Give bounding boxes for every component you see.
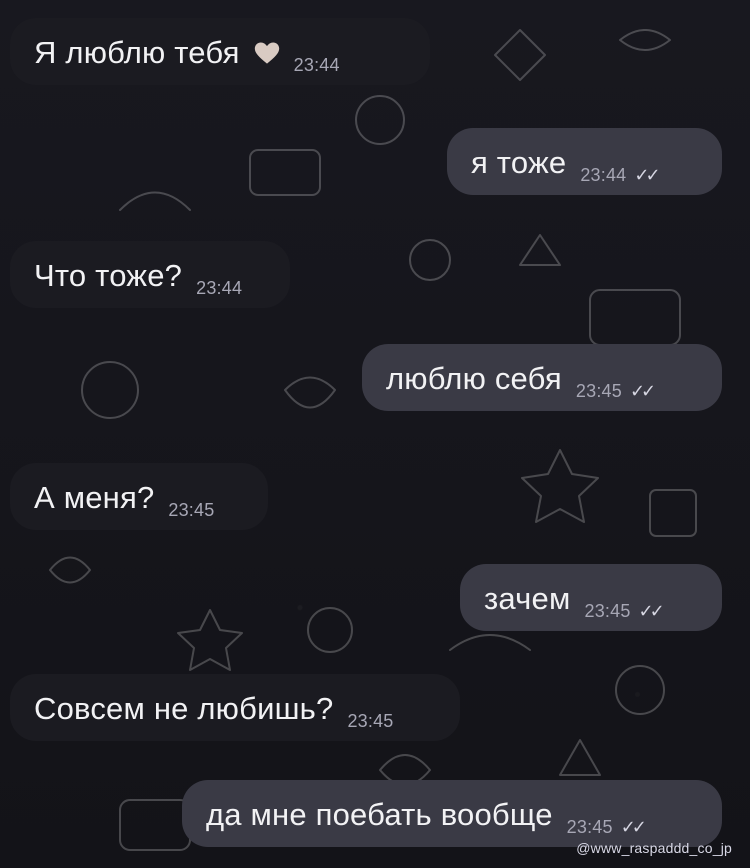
message-5[interactable]: А меня? 23:45 bbox=[10, 463, 268, 531]
message-meta: 23:45 ✓✓ bbox=[566, 817, 647, 838]
message-time: 23:45 bbox=[168, 500, 215, 521]
double-check-icon: ✓✓ bbox=[634, 165, 660, 186]
message-2[interactable]: я тоже 23:44 ✓✓ bbox=[447, 128, 722, 196]
message-meta: 23:45 ✓✓ bbox=[584, 601, 665, 622]
message-meta: 23:45 ✓✓ bbox=[575, 381, 656, 402]
message-meta: 23:44 bbox=[196, 278, 243, 299]
message-7[interactable]: Совсем не любишь? 23:45 bbox=[10, 674, 460, 742]
message-text: Что тоже? bbox=[34, 258, 183, 293]
double-check-icon: ✓✓ bbox=[620, 817, 647, 838]
message-text: Совсем не любишь? bbox=[34, 691, 334, 726]
message-8[interactable]: да мне поебать вообще 23:45 ✓✓ bbox=[182, 780, 722, 848]
message-1[interactable]: Я люблю тебя 23:44 bbox=[10, 18, 430, 86]
watermark-text: @www_raspaddd_co_jp bbox=[576, 840, 732, 856]
message-3[interactable]: Что тоже? 23:44 bbox=[10, 241, 290, 309]
double-check-icon: ✓✓ bbox=[629, 381, 656, 402]
message-text: зачем bbox=[484, 581, 571, 616]
message-text: да мне поебать вообще bbox=[206, 797, 553, 832]
message-meta: 23:45 bbox=[168, 500, 215, 521]
message-6[interactable]: зачем 23:45 ✓✓ bbox=[460, 564, 722, 632]
heart-icon bbox=[254, 42, 279, 65]
message-time: 23:44 bbox=[293, 55, 340, 76]
message-text: я тоже bbox=[471, 145, 567, 180]
message-time: 23:45 bbox=[584, 601, 631, 622]
message-meta: 23:44 ✓✓ bbox=[580, 165, 660, 186]
message-meta: 23:44 bbox=[293, 55, 340, 76]
message-4[interactable]: люблю себя 23:45 ✓✓ bbox=[362, 344, 722, 412]
message-text: люблю себя bbox=[386, 361, 562, 396]
message-text: А меня? bbox=[34, 480, 155, 515]
double-check-icon: ✓✓ bbox=[638, 601, 665, 622]
message-text: Я люблю тебя bbox=[34, 35, 240, 70]
message-time: 23:45 bbox=[347, 711, 394, 732]
message-time: 23:45 bbox=[575, 381, 622, 402]
message-time: 23:45 bbox=[566, 817, 613, 838]
message-time: 23:44 bbox=[580, 165, 627, 186]
message-meta: 23:45 bbox=[347, 711, 394, 732]
message-time: 23:44 bbox=[196, 278, 243, 299]
